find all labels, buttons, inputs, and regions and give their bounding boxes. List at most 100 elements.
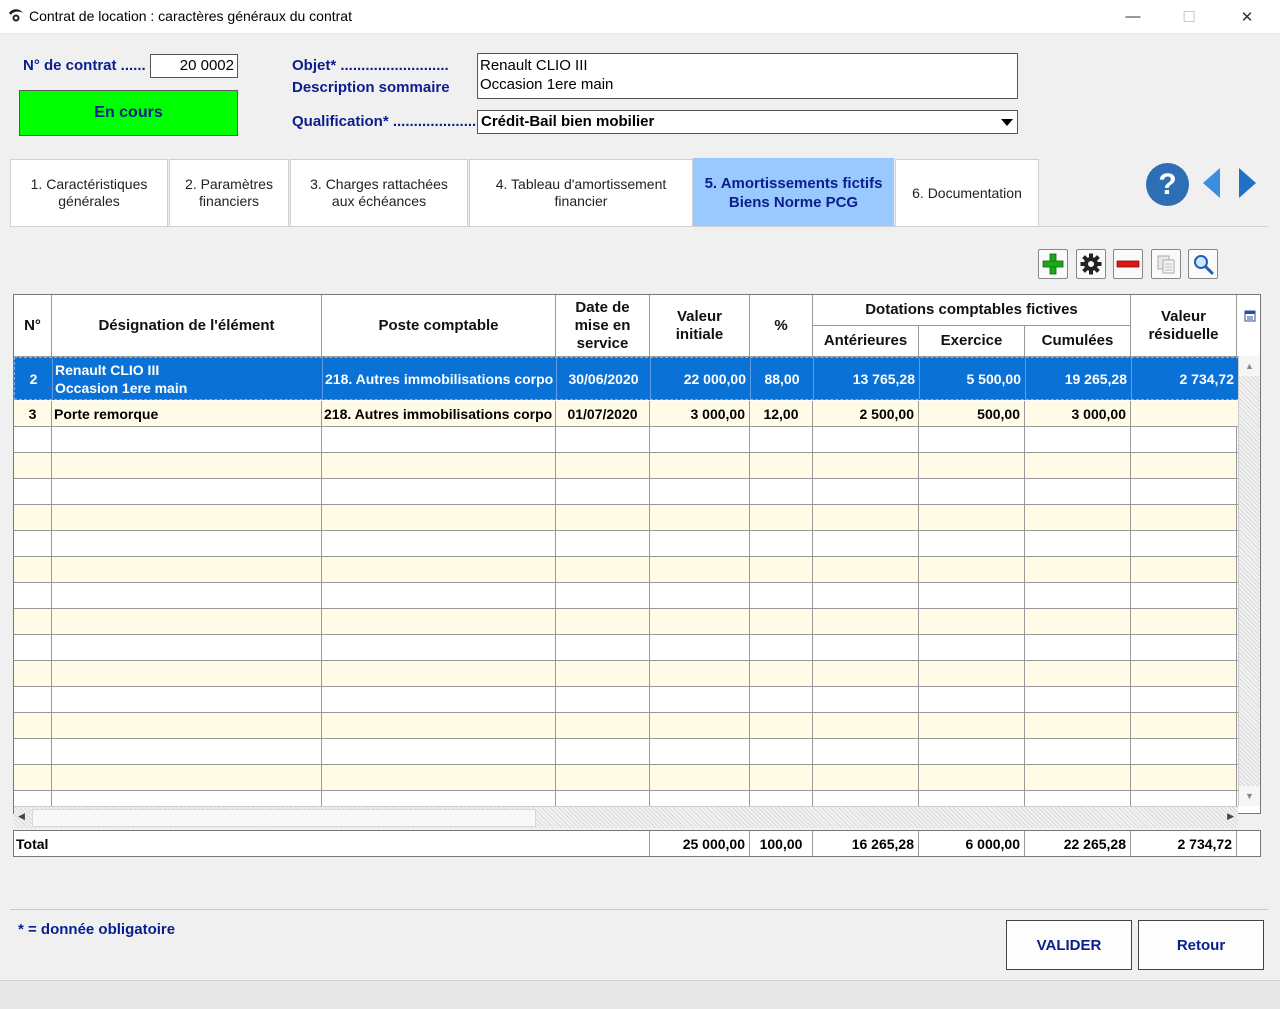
cell-exercice[interactable]: 500,00 — [919, 401, 1025, 426]
empty-cell[interactable] — [1025, 531, 1131, 556]
cell-valeur-initiale[interactable]: 22 000,00 — [651, 358, 751, 399]
empty-cell[interactable] — [813, 609, 919, 634]
empty-cell[interactable] — [14, 765, 52, 790]
minimize-button[interactable]: — — [1110, 0, 1156, 33]
remove-button[interactable] — [1113, 249, 1143, 279]
empty-cell[interactable] — [813, 427, 919, 452]
empty-cell[interactable] — [813, 583, 919, 608]
empty-cell[interactable] — [650, 739, 750, 764]
empty-cell[interactable] — [1025, 427, 1131, 452]
empty-cell[interactable] — [14, 687, 52, 712]
dropdown-arrow-icon[interactable] — [1001, 119, 1013, 126]
empty-cell[interactable] — [52, 713, 322, 738]
cell-pct[interactable]: 88,00 — [751, 358, 814, 399]
empty-cell[interactable] — [322, 427, 556, 452]
col-header-num[interactable]: N° — [14, 295, 52, 357]
empty-cell[interactable] — [813, 739, 919, 764]
empty-cell[interactable] — [556, 583, 650, 608]
empty-table-row[interactable] — [14, 557, 1239, 583]
cell-exercice[interactable]: 5 500,00 — [920, 358, 1026, 399]
cell-poste[interactable]: 218. Autres immobilisations corpo — [323, 358, 557, 399]
empty-cell[interactable] — [650, 505, 750, 530]
empty-table-row[interactable] — [14, 635, 1239, 661]
empty-cell[interactable] — [813, 635, 919, 660]
empty-cell[interactable] — [1025, 739, 1131, 764]
tab-parametres[interactable]: 2. Paramètres financiers — [169, 159, 289, 226]
empty-cell[interactable] — [14, 453, 52, 478]
table-row[interactable]: 3 Porte remorque 218. Autres immobilisat… — [14, 401, 1239, 427]
empty-cell[interactable] — [650, 531, 750, 556]
empty-cell[interactable] — [1025, 479, 1131, 504]
empty-cell[interactable] — [556, 453, 650, 478]
empty-table-row[interactable] — [14, 427, 1239, 453]
empty-cell[interactable] — [1131, 635, 1237, 660]
empty-table-row[interactable] — [14, 583, 1239, 609]
empty-cell[interactable] — [750, 479, 813, 504]
empty-cell[interactable] — [322, 635, 556, 660]
tab-tableau-amortissement[interactable]: 4. Tableau d'amortissement financier — [469, 159, 693, 226]
empty-cell[interactable] — [650, 713, 750, 738]
empty-cell[interactable] — [750, 427, 813, 452]
empty-cell[interactable] — [556, 713, 650, 738]
cell-date[interactable]: 30/06/2020 — [557, 358, 651, 399]
empty-cell[interactable] — [1025, 505, 1131, 530]
empty-cell[interactable] — [14, 505, 52, 530]
empty-cell[interactable] — [919, 583, 1025, 608]
tab-charges[interactable]: 3. Charges rattachées aux échéances — [290, 159, 468, 226]
empty-cell[interactable] — [813, 505, 919, 530]
empty-cell[interactable] — [1131, 453, 1237, 478]
empty-cell[interactable] — [750, 505, 813, 530]
search-button[interactable] — [1188, 249, 1218, 279]
cell-designation[interactable]: Renault CLIO III Occasion 1ere main — [53, 358, 323, 399]
empty-cell[interactable] — [750, 557, 813, 582]
col-header-poste[interactable]: Poste comptable — [322, 295, 556, 357]
empty-cell[interactable] — [322, 765, 556, 790]
empty-table-row[interactable] — [14, 687, 1239, 713]
empty-cell[interactable] — [813, 687, 919, 712]
empty-cell[interactable] — [650, 635, 750, 660]
empty-cell[interactable] — [52, 453, 322, 478]
empty-cell[interactable] — [52, 479, 322, 504]
tab-documentation[interactable]: 6. Documentation — [895, 159, 1039, 226]
empty-cell[interactable] — [750, 609, 813, 634]
horizontal-scroll-thumb[interactable] — [32, 809, 536, 827]
empty-table-row[interactable] — [14, 453, 1239, 479]
empty-cell[interactable] — [650, 453, 750, 478]
empty-cell[interactable] — [750, 765, 813, 790]
empty-cell[interactable] — [556, 635, 650, 660]
col-header-exercice[interactable]: Exercice — [919, 326, 1025, 357]
empty-cell[interactable] — [1131, 505, 1237, 530]
empty-cell[interactable] — [750, 635, 813, 660]
empty-cell[interactable] — [1131, 765, 1237, 790]
empty-cell[interactable] — [1131, 583, 1237, 608]
empty-cell[interactable] — [650, 557, 750, 582]
empty-cell[interactable] — [322, 609, 556, 634]
empty-cell[interactable] — [750, 661, 813, 686]
empty-table-row[interactable] — [14, 765, 1239, 791]
empty-table-row[interactable] — [14, 661, 1239, 687]
empty-table-row[interactable] — [14, 609, 1239, 635]
empty-cell[interactable] — [750, 713, 813, 738]
empty-cell[interactable] — [322, 505, 556, 530]
empty-cell[interactable] — [813, 661, 919, 686]
empty-cell[interactable] — [1131, 531, 1237, 556]
cell-anterieures[interactable]: 2 500,00 — [813, 401, 919, 426]
empty-cell[interactable] — [322, 583, 556, 608]
help-icon[interactable]: ? — [1146, 163, 1189, 206]
vertical-scrollbar[interactable]: ▲ ▼ — [1238, 356, 1260, 806]
empty-table-row[interactable] — [14, 713, 1239, 739]
empty-cell[interactable] — [650, 479, 750, 504]
tab-caracteristiques[interactable]: 1. Caractéristiques générales — [10, 159, 168, 226]
horizontal-scrollbar[interactable]: ◀ ▶ — [14, 806, 1238, 828]
next-arrow-icon[interactable] — [1239, 168, 1256, 198]
empty-cell[interactable] — [750, 531, 813, 556]
empty-cell[interactable] — [813, 531, 919, 556]
empty-cell[interactable] — [322, 661, 556, 686]
empty-cell[interactable] — [556, 505, 650, 530]
empty-cell[interactable] — [556, 531, 650, 556]
empty-cell[interactable] — [1025, 557, 1131, 582]
empty-cell[interactable] — [322, 557, 556, 582]
empty-cell[interactable] — [1025, 635, 1131, 660]
scroll-down-icon[interactable]: ▼ — [1239, 786, 1260, 806]
add-button[interactable] — [1038, 249, 1068, 279]
